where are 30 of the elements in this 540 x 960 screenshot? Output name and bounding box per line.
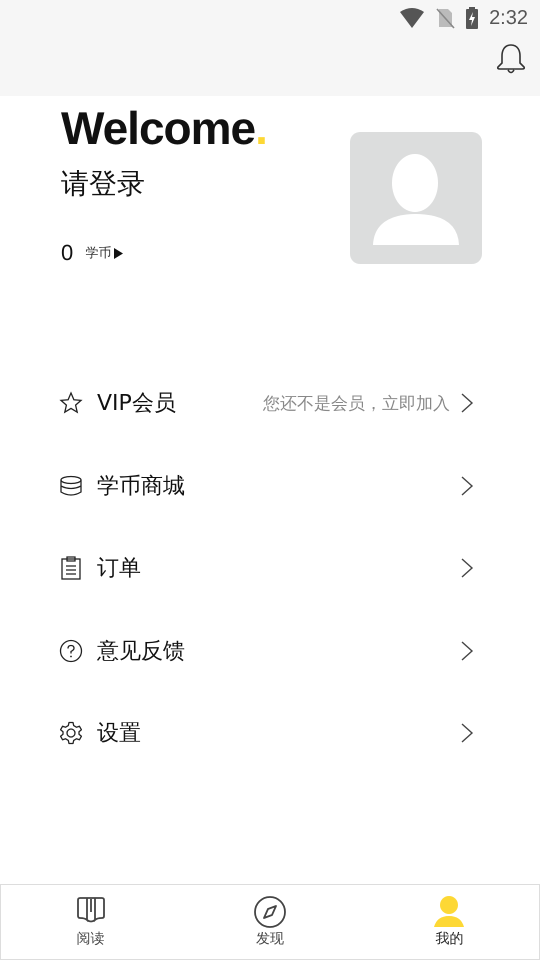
settings-icon	[59, 721, 83, 746]
notification-bell-icon[interactable]	[495, 42, 527, 76]
menu-item[interactable]: 设置	[59, 692, 474, 774]
coin-stack-icon	[59, 474, 83, 498]
clipboard-icon	[59, 556, 83, 580]
question-circle-icon	[59, 638, 83, 663]
chevron-right-icon	[460, 557, 474, 580]
no-sim-icon	[435, 7, 456, 29]
triangle-icon[interactable]	[114, 248, 124, 258]
coin-count: 0	[61, 240, 74, 266]
login-link[interactable]: 请登录	[61, 166, 267, 202]
tab-button[interactable]: 阅读	[30, 885, 151, 959]
menu-item[interactable]: 学币商城	[59, 444, 474, 527]
tab-button[interactable]: 我的	[389, 885, 510, 959]
tab-button[interactable]: 发现	[210, 885, 330, 959]
chevron-right-icon	[460, 392, 474, 414]
coins-link[interactable]: 学币	[85, 244, 112, 262]
status-time: 2:32	[489, 6, 528, 30]
compass-icon	[254, 896, 286, 928]
menu-item[interactable]: VIP会员 您还不是会员，立即加入	[59, 362, 474, 444]
person-icon	[433, 896, 466, 928]
chevron-right-icon	[460, 722, 474, 744]
star-icon	[59, 391, 83, 416]
wifi-icon	[399, 8, 426, 28]
chevron-right-icon	[460, 640, 474, 662]
chevron-right-icon	[460, 474, 474, 497]
menu-item[interactable]: 意见反馈	[59, 610, 474, 692]
menu-item[interactable]: 订单	[59, 527, 474, 610]
battery-icon	[465, 7, 480, 29]
welcome-title: Welcome.	[61, 102, 267, 154]
